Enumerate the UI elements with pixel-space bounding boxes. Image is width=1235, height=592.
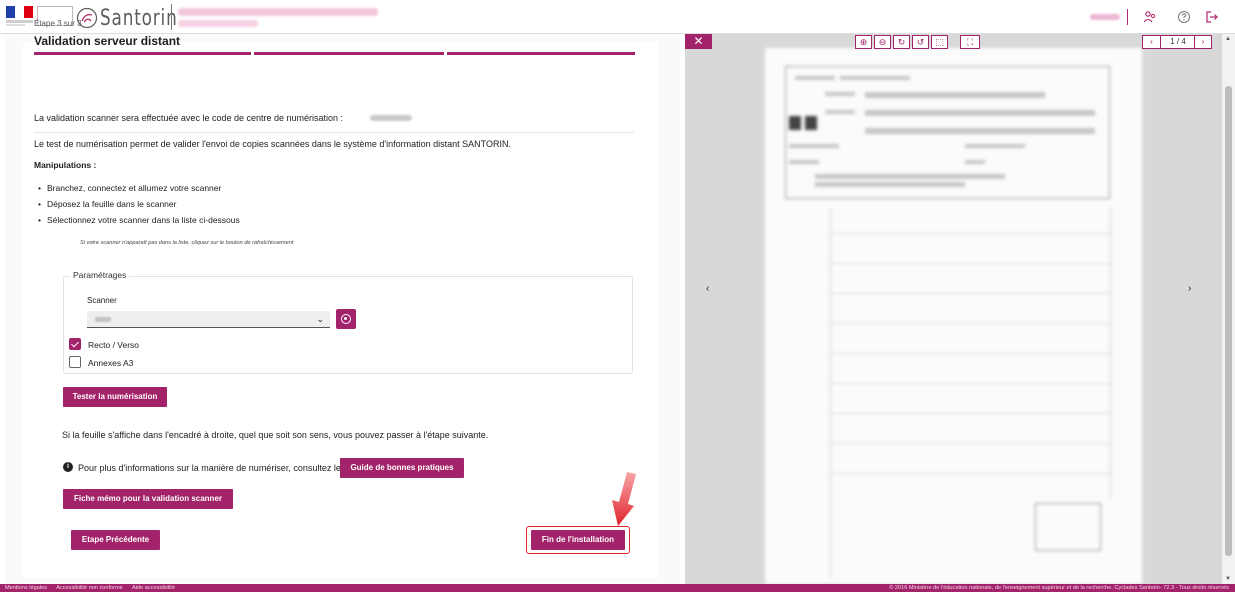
scanner-label: Scanner (87, 296, 117, 305)
step-counter: Étape 3 sur 3 (34, 19, 82, 28)
brand-name: Santorin (100, 5, 178, 31)
manipulations-title: Manipulations : (34, 160, 97, 170)
annexes-a3-checkbox[interactable] (69, 356, 81, 368)
header-separator (1127, 9, 1128, 25)
next-page-button[interactable]: › (1194, 36, 1211, 48)
page-scrollbar[interactable]: ▲ ▼ (1222, 34, 1235, 584)
test-scan-button[interactable]: Tester la numérisation (63, 387, 167, 407)
accessibility-link[interactable]: Accessibilité non conforme (56, 585, 123, 591)
next-scan-arrow[interactable]: › (1188, 283, 1191, 294)
info-text: Pour plus d'informations sur la manière … (78, 463, 341, 473)
recto-verso-label[interactable]: Recto / Verso (88, 340, 139, 350)
settings-legend: Paramétrages (70, 270, 130, 280)
scrollbar-thumb[interactable] (1225, 86, 1232, 556)
exam-subtitle-blurred (178, 20, 258, 27)
manipulation-step: Branchez, connectez et allumez votre sca… (38, 183, 221, 193)
page-indicator: 1 / 4 (1170, 37, 1186, 46)
scroll-up-icon[interactable]: ▲ (1225, 36, 1231, 42)
scanner-value-blurred (95, 317, 111, 322)
fit-width-icon[interactable]: ⬚ (931, 35, 948, 49)
progress-step-1 (34, 52, 251, 55)
logout-icon[interactable] (1205, 10, 1219, 24)
annexes-a3-label[interactable]: Annexes A3 (88, 358, 133, 368)
scan-viewer: ✕ ⊕ ⊖ ↻ ↺ ⬚ ⛶ ‹ 1 / 4 › ‹ › (685, 34, 1222, 584)
zoom-out-icon[interactable]: ⊖ (874, 35, 891, 49)
annotation-arrow (612, 472, 636, 526)
info-icon: i (63, 462, 73, 472)
previous-step-button[interactable]: Etape Précédente (71, 530, 160, 550)
rotate-left-icon[interactable]: ↺ (912, 35, 929, 49)
progress-step-3 (447, 52, 635, 55)
scanner-memo-button[interactable]: Fiche mémo pour la validation scanner (63, 489, 233, 509)
accessibility-help-link[interactable]: Aide accessibilité (132, 585, 175, 591)
santorin-logo[interactable]: Santorin (76, 5, 191, 31)
header-divider (171, 4, 172, 30)
republique-francaise-logo (6, 6, 33, 26)
legal-notice-link[interactable]: Mentions légales (5, 585, 47, 591)
refresh-icon (341, 314, 351, 324)
progress-step-2 (254, 52, 444, 55)
center-code-blurred (370, 115, 412, 121)
users-icon[interactable] (1143, 10, 1157, 24)
section-divider (34, 132, 634, 133)
previous-page-button[interactable]: ‹ (1143, 36, 1161, 48)
chevron-down-icon: ⌄ (316, 314, 324, 324)
manipulation-step: Sélectionnez votre scanner dans la liste… (38, 215, 240, 225)
scanned-document-preview (765, 48, 1142, 584)
refresh-scanners-button[interactable] (336, 309, 356, 329)
rotate-right-icon[interactable]: ↻ (893, 35, 910, 49)
step-title: Validation serveur distant (34, 34, 181, 48)
exam-title-blurred (178, 8, 378, 16)
previous-scan-arrow[interactable]: ‹ (706, 283, 709, 294)
manipulation-step: Déposez la feuille dans le scanner (38, 199, 176, 209)
help-icon[interactable] (1177, 10, 1191, 24)
finish-installation-button[interactable]: Fin de l'installation (531, 530, 625, 550)
scanner-select[interactable]: ⌄ (87, 311, 330, 328)
validation-intro: La validation scanner sera effectuée ave… (34, 113, 344, 123)
best-practices-guide-button[interactable]: Guide de bonnes pratiques (340, 458, 464, 478)
refresh-hint: Si votre scanner n'apparaît pas dans la … (80, 240, 294, 246)
test-description: Le test de numérisation permet de valide… (34, 139, 512, 149)
app-header: Santorin (0, 0, 1235, 34)
scroll-down-icon[interactable]: ▼ (1225, 576, 1231, 582)
user-name-blurred[interactable] (1090, 14, 1120, 20)
zoom-in-icon[interactable]: ⊕ (855, 35, 872, 49)
app-footer: Mentions légales Accessibilité non confo… (0, 584, 1235, 592)
page-navigator: ‹ 1 / 4 › (1142, 35, 1212, 49)
close-viewer-button[interactable]: ✕ (685, 34, 712, 49)
result-instruction: Si la feuille s'affiche dans l'encadré à… (62, 430, 489, 440)
recto-verso-checkbox[interactable] (69, 338, 81, 350)
fullscreen-icon[interactable]: ⛶ (960, 35, 980, 49)
copyright: © 2016 Ministère de l'éducation national… (889, 585, 1229, 591)
